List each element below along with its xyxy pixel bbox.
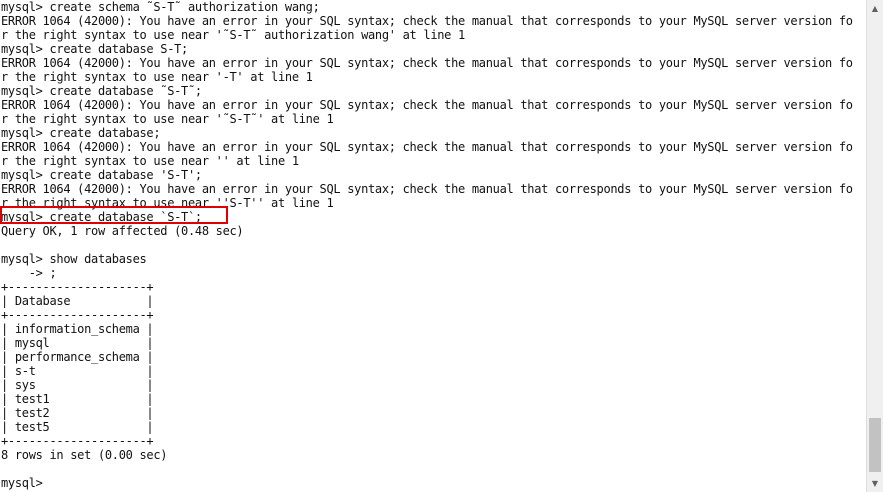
terminal-line: -> ; [1, 266, 57, 280]
terminal-line: ERROR 1064 (42000): You have an error in… [1, 98, 853, 112]
terminal-line: mysql> create database S-T; [1, 42, 188, 56]
terminal-line: Query OK, 1 row affected (0.48 sec) [1, 224, 244, 238]
table-border-line: +--------------------+ [1, 308, 154, 322]
terminal-line: ERROR 1064 (42000): You have an error in… [1, 140, 853, 154]
table-row: | test2 | [1, 406, 154, 420]
scroll-thumb[interactable] [869, 418, 881, 472]
terminal-line: r the right syntax to use near '˜S-T˜' a… [1, 112, 334, 126]
scroll-down-arrow-icon[interactable]: ▼ [867, 475, 883, 492]
table-border-line: +--------------------+ [1, 434, 154, 448]
terminal-line: ERROR 1064 (42000): You have an error in… [1, 14, 853, 28]
table-row: | test1 | [1, 392, 154, 406]
table-row: | information_schema | [1, 322, 154, 336]
table-row: | sys | [1, 378, 154, 392]
table-header-row: | Database | [1, 294, 154, 308]
table-row: | test5 | [1, 420, 154, 434]
terminal-line: mysql> create database 'S-T'; [1, 168, 202, 182]
terminal-window[interactable]: mysql> create schema ˜S-T˜ authorization… [0, 0, 866, 492]
red-highlight-box [0, 206, 228, 224]
terminal-line: r the right syntax to use near '-T' at l… [1, 70, 313, 84]
table-border-line: +--------------------+ [1, 280, 154, 294]
terminal-line: mysql> show databases [1, 252, 147, 266]
terminal-line: mysql> create database; [1, 126, 161, 140]
vertical-scrollbar[interactable]: ▲ ▼ [866, 0, 883, 492]
terminal-line: ERROR 1064 (42000): You have an error in… [1, 56, 853, 70]
terminal-line: r the right syntax to use near '' at lin… [1, 154, 299, 168]
terminal-line: ERROR 1064 (42000): You have an error in… [1, 182, 853, 196]
table-row: | performance_schema | [1, 350, 154, 364]
table-row: | mysql | [1, 336, 154, 350]
command-prompt[interactable]: mysql> [1, 476, 43, 490]
terminal-line: mysql> create database ˜S-T˜; [1, 84, 202, 98]
terminal-line: 8 rows in set (0.00 sec) [1, 448, 168, 462]
terminal-line: r the right syntax to use near '˜S-T˜ au… [1, 28, 465, 42]
terminal-line: mysql> create schema ˜S-T˜ authorization… [1, 0, 320, 14]
table-row: | s-t | [1, 364, 154, 378]
scroll-up-arrow-icon[interactable]: ▲ [867, 0, 883, 17]
